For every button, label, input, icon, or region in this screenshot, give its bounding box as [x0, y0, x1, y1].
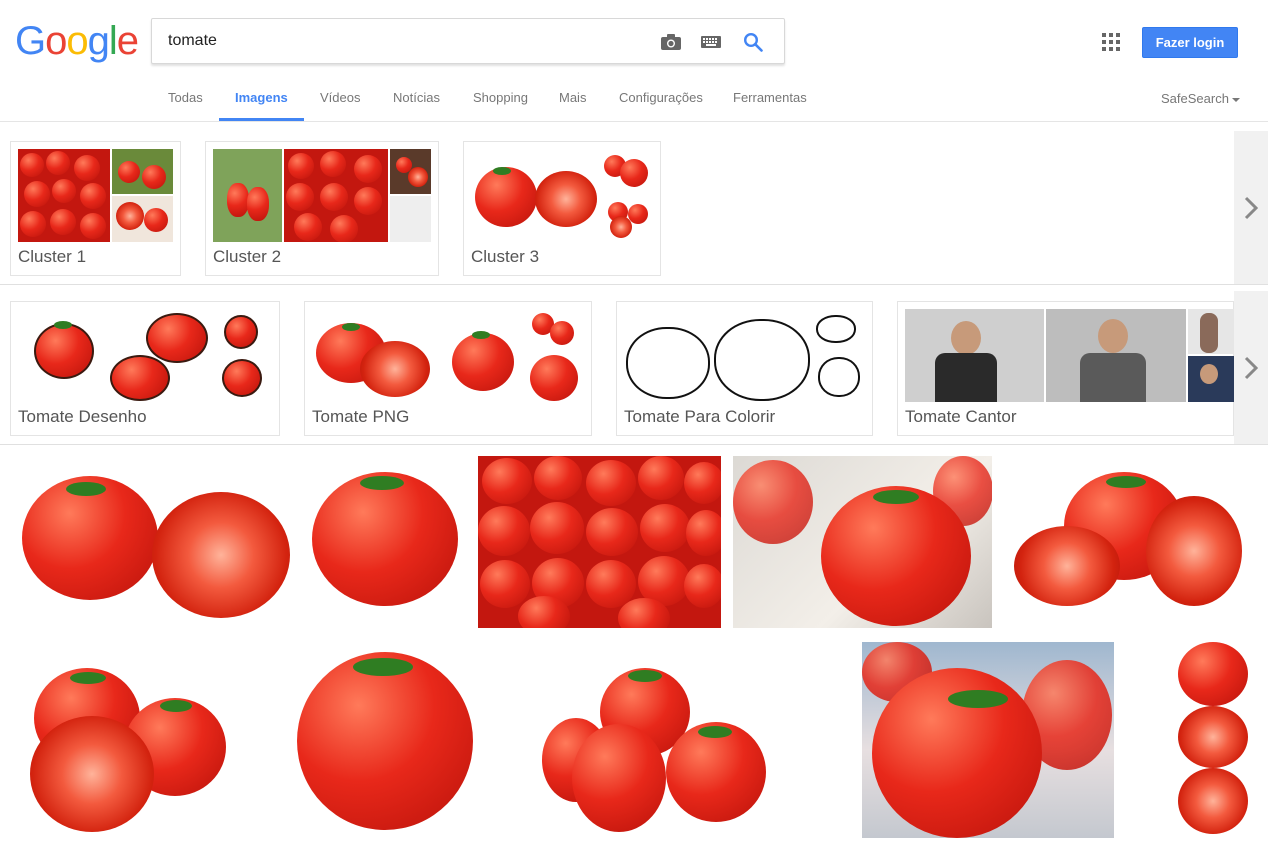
cluster-row: Cluster 1 Cluster 2 Cluster 3 [0, 122, 1268, 285]
related-thumbnail [624, 309, 865, 402]
related-label: Tomate Desenho [18, 407, 147, 426]
related-card[interactable]: Tomate Desenho [10, 301, 280, 436]
search-input[interactable] [168, 19, 648, 63]
safesearch-dropdown[interactable]: SafeSearch [1161, 91, 1240, 106]
tab-configuracoes[interactable]: Configurações [603, 80, 719, 121]
related-label: Tomate Cantor [905, 407, 1017, 426]
logo-letter: o [66, 18, 88, 63]
tab-noticias[interactable]: Notícias [377, 80, 456, 121]
result-image[interactable] [478, 456, 721, 628]
result-image[interactable] [1168, 642, 1258, 838]
related-thumbnail [18, 309, 272, 402]
chevron-down-icon [1231, 97, 1240, 102]
google-logo[interactable]: G o o g l e [15, 18, 139, 63]
logo-letter: G [15, 18, 46, 63]
search-tabs: Todas Imagens Vídeos Notícias Shopping M… [0, 80, 1268, 122]
related-label: Tomate Para Colorir [624, 407, 776, 426]
related-searches-row: Tomate Desenho Tomate PNG Tomate Para Co… [0, 285, 1268, 445]
result-image[interactable] [733, 456, 992, 628]
cluster-card[interactable]: Cluster 2 [205, 141, 439, 276]
cluster-thumbnail [471, 149, 653, 242]
logo-letter: g [87, 18, 110, 63]
cluster-label: Cluster 1 [18, 247, 87, 266]
result-image[interactable] [302, 456, 468, 628]
cluster-thumbnail [18, 149, 173, 242]
related-card[interactable]: Tomate PNG [304, 301, 592, 436]
related-card[interactable]: Tomate Cantor [897, 301, 1234, 436]
camera-icon[interactable] [660, 31, 682, 53]
tab-ferramentas[interactable]: Ferramentas [717, 80, 823, 121]
result-image[interactable] [1004, 456, 1250, 628]
safesearch-label: SafeSearch [1161, 91, 1229, 106]
related-thumbnail [312, 309, 584, 402]
related-label: Tomate PNG [312, 407, 410, 426]
cluster-label: Cluster 3 [471, 247, 540, 266]
cluster-next-button[interactable] [1234, 131, 1268, 284]
search-box [151, 18, 785, 64]
chevron-right-icon [1244, 356, 1258, 379]
logo-letter: o [45, 18, 67, 63]
tab-todas[interactable]: Todas [152, 80, 219, 121]
result-image[interactable] [14, 642, 238, 838]
logo-letter: l [108, 18, 118, 63]
related-thumbnail [905, 309, 1235, 402]
login-button[interactable]: Fazer login [1142, 27, 1238, 58]
tab-videos[interactable]: Vídeos [304, 80, 376, 121]
apps-grid-icon[interactable] [1102, 33, 1120, 51]
result-image[interactable] [534, 642, 774, 838]
logo-letter: e [116, 18, 139, 63]
chevron-right-icon [1244, 196, 1258, 219]
keyboard-icon[interactable] [700, 31, 722, 53]
tab-mais[interactable]: Mais [543, 80, 602, 121]
cluster-card[interactable]: Cluster 3 [463, 141, 661, 276]
related-card[interactable]: Tomate Para Colorir [616, 301, 873, 436]
result-image[interactable] [14, 456, 294, 628]
result-image[interactable] [293, 642, 491, 838]
tab-shopping[interactable]: Shopping [457, 80, 544, 121]
cluster-thumbnail [213, 149, 431, 242]
related-next-button[interactable] [1234, 291, 1268, 444]
result-image[interactable] [862, 642, 1114, 838]
cluster-label: Cluster 2 [213, 247, 282, 266]
tab-imagens[interactable]: Imagens [219, 80, 304, 121]
search-icon[interactable] [742, 31, 764, 53]
cluster-card[interactable]: Cluster 1 [10, 141, 181, 276]
